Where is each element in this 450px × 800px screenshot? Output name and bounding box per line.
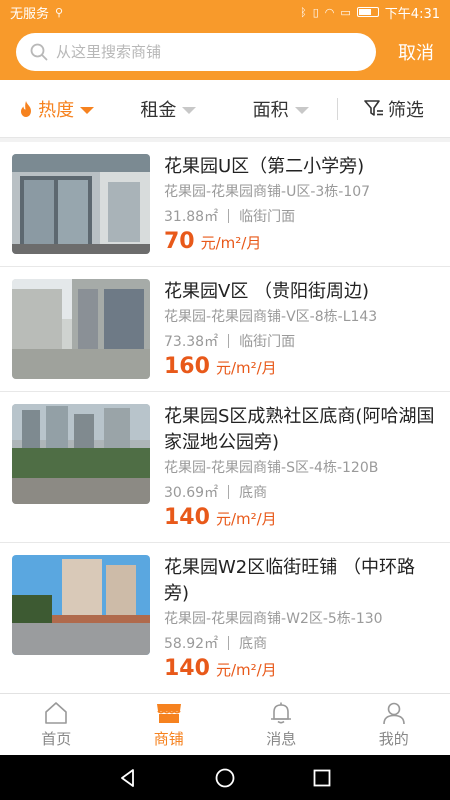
listing-type: 底商 xyxy=(239,485,268,501)
battery-icon xyxy=(356,7,379,17)
list-item[interactable]: 花果园W2区临街旺铺 （中环路旁) 花果园-花果园商铺-W2区-5栋-130 5… xyxy=(0,543,450,693)
list-item[interactable]: 花果园V区 （贵阳街周边) 花果园-花果园商铺-V区-8栋-L143 73.38… xyxy=(0,267,450,392)
listing-price: 70 xyxy=(164,229,195,254)
listing-price: 140 xyxy=(164,505,210,530)
tab-messages[interactable]: 消息 xyxy=(225,694,338,755)
filter-area[interactable]: 面积 xyxy=(225,96,337,122)
filter-bar: 热度 租金 面积 筛选 xyxy=(0,80,450,138)
listing-area: 73.38㎡ xyxy=(164,334,219,350)
filter-more[interactable]: 筛选 xyxy=(338,96,450,122)
bluetooth-icon: ᛒ xyxy=(300,5,307,19)
bottom-tab-bar: 首页 商铺 消息 我的 xyxy=(0,693,450,755)
tab-shop[interactable]: 商铺 xyxy=(113,694,226,755)
tab-home[interactable]: 首页 xyxy=(0,694,113,755)
search-header: 取消 xyxy=(0,24,450,80)
cancel-button[interactable]: 取消 xyxy=(398,39,434,65)
status-bar: 无服务 ⚲ ᛒ ▯ ◠ ▭ 下午4:31 xyxy=(0,0,450,24)
vibrate-icon: ▯ xyxy=(312,5,319,19)
listing-price: 160 xyxy=(164,354,210,379)
filter-rent[interactable]: 租金 xyxy=(112,96,224,122)
listing-photo xyxy=(12,154,150,254)
shop-icon xyxy=(156,703,181,723)
list-item[interactable]: 花果园S区成熟社区底商(阿哈湖国家湿地公园旁) 花果园-花果园商铺-S区-4栋-… xyxy=(0,392,450,543)
home-icon xyxy=(45,701,68,724)
dropdown-triangle-icon xyxy=(182,106,197,114)
filter-popularity[interactable]: 热度 xyxy=(0,96,112,122)
meta-divider xyxy=(228,334,230,348)
sim-icon: ▭ xyxy=(340,5,351,19)
user-icon xyxy=(382,702,405,724)
filter-popularity-label: 热度 xyxy=(38,99,75,121)
bell-icon xyxy=(271,702,292,724)
tab-home-label: 首页 xyxy=(41,729,72,748)
tab-mine-label: 我的 xyxy=(378,729,409,748)
listing-type: 底商 xyxy=(239,636,268,652)
back-triangle-icon xyxy=(121,768,135,787)
home-circle-icon xyxy=(215,768,235,787)
listing-area: 30.69㎡ xyxy=(164,485,219,501)
listing-area: 58.92㎡ xyxy=(164,636,219,652)
listing-photo xyxy=(12,555,150,655)
clock: 下午4:31 xyxy=(384,6,440,22)
recents-button[interactable] xyxy=(311,767,333,789)
flame-icon xyxy=(21,100,32,117)
listing-price-unit: 元/m²/月 xyxy=(215,510,277,528)
listing-price-unit: 元/m²/月 xyxy=(215,359,277,377)
listing-address: 花果园-花果园商铺-V区-8栋-L143 xyxy=(164,309,378,325)
filter-more-label: 筛选 xyxy=(387,99,424,121)
back-button[interactable] xyxy=(117,767,139,789)
meta-divider xyxy=(228,209,230,223)
meta-divider xyxy=(228,636,230,650)
listing-title: 花果园S区成熟社区底商(阿哈湖国家湿地公园旁) xyxy=(164,406,435,453)
listing-address: 花果园-花果园商铺-S区-4栋-120B xyxy=(164,460,379,476)
usb-icon: ⚲ xyxy=(55,5,64,19)
filter-area-label: 面积 xyxy=(252,99,289,121)
home-button[interactable] xyxy=(214,767,236,789)
tab-shop-label: 商铺 xyxy=(153,729,184,748)
listing-type: 临街门面 xyxy=(239,334,296,350)
list-item[interactable]: 花果园U区（第二小学旁) 花果园-花果园商铺-U区-3栋-107 31.88㎡ … xyxy=(0,142,450,267)
tab-messages-label: 消息 xyxy=(266,729,297,748)
tab-mine[interactable]: 我的 xyxy=(338,694,450,755)
listing-list[interactable]: 花果园U区（第二小学旁) 花果园-花果园商铺-U区-3栋-107 31.88㎡ … xyxy=(0,142,450,693)
system-nav-bar xyxy=(0,755,450,800)
carrier-label: 无服务 xyxy=(10,6,50,22)
search-box[interactable] xyxy=(16,33,376,71)
meta-divider xyxy=(228,485,230,499)
listing-title: 花果园W2区临街旺铺 （中环路旁) xyxy=(164,557,415,604)
listing-price: 140 xyxy=(164,656,210,681)
listing-area: 31.88㎡ xyxy=(164,209,219,225)
listing-title: 花果园V区 （贵阳街周边) xyxy=(164,281,370,302)
listing-title: 花果园U区（第二小学旁) xyxy=(164,156,365,177)
dropdown-triangle-icon xyxy=(294,106,309,114)
listing-address: 花果园-花果园商铺-W2区-5栋-130 xyxy=(164,611,383,627)
dropdown-triangle-icon xyxy=(80,106,95,114)
recents-square-icon xyxy=(313,769,331,786)
listing-photo xyxy=(12,404,150,504)
search-input[interactable] xyxy=(56,43,362,61)
listing-price-unit: 元/m²/月 xyxy=(200,234,262,252)
listing-price-unit: 元/m²/月 xyxy=(215,661,277,679)
filter-rent-label: 租金 xyxy=(140,99,177,121)
listing-type: 临街门面 xyxy=(239,209,296,225)
search-icon xyxy=(30,43,48,61)
wifi-icon: ◠ xyxy=(324,5,335,19)
listing-photo xyxy=(12,279,150,379)
funnel-icon xyxy=(364,99,383,116)
listing-address: 花果园-花果园商铺-U区-3栋-107 xyxy=(164,184,371,200)
